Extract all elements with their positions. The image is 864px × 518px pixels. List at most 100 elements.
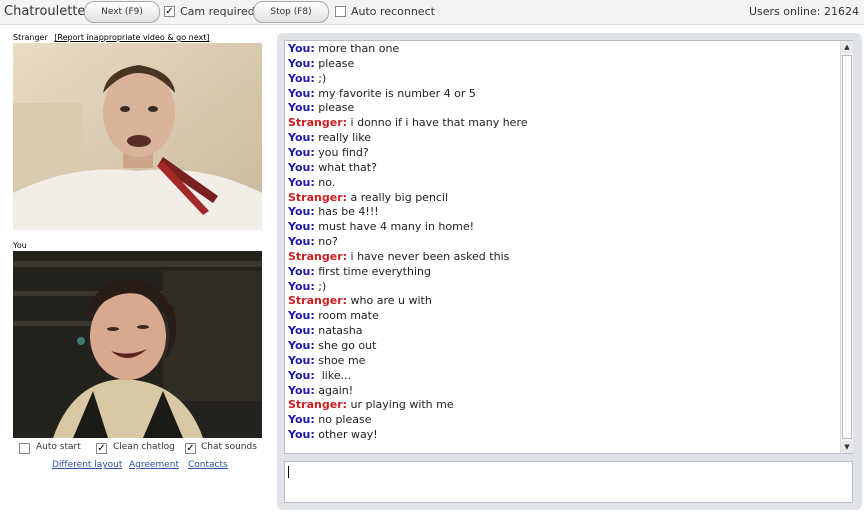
chat-message-input[interactable] [284, 461, 853, 503]
different-layout-link[interactable]: Different layout [52, 460, 122, 470]
message-text: please [318, 101, 355, 115]
chat-message: You: you find? [288, 146, 369, 159]
app-title: Chatroulette [4, 4, 86, 19]
stranger-label: Stranger [13, 33, 48, 42]
message-sender: Stranger: [288, 398, 348, 412]
chat-sounds-checkbox[interactable]: ✓ [185, 443, 196, 454]
cam-required-checkbox[interactable]: ✓ [164, 6, 175, 17]
message-text: has be 4!!! [318, 205, 379, 219]
text-caret [288, 466, 289, 478]
message-sender: Stranger: [288, 294, 348, 308]
scroll-thumb[interactable] [842, 55, 852, 439]
agreement-link[interactable]: Agreement [129, 460, 179, 470]
message-text: no please [318, 413, 372, 427]
message-sender: You: [288, 131, 315, 145]
chat-message: You: other way! [288, 428, 378, 441]
message-sender: You: [288, 160, 315, 174]
auto-start-checkbox[interactable] [19, 443, 30, 454]
message-text: shoe me [318, 353, 366, 367]
chat-message: You: natasha [288, 324, 362, 337]
chat-message: You: she go out [288, 339, 376, 352]
next-button[interactable]: Next (F9) [84, 1, 160, 23]
stop-button[interactable]: Stop (F8) [253, 1, 329, 23]
message-text: ;) [318, 279, 327, 293]
you-video-header: You [13, 241, 27, 250]
message-sender: You: [288, 279, 315, 293]
message-text: room mate [318, 309, 379, 323]
auto-start-label: Auto start [36, 442, 81, 452]
message-sender: You: [288, 175, 315, 189]
chat-message: You: no. [288, 176, 335, 189]
message-text: you find? [318, 145, 369, 159]
message-text: no? [318, 235, 338, 249]
message-sender: You: [288, 86, 315, 100]
scroll-up-arrow-icon[interactable]: ▲ [841, 41, 853, 53]
message-text: more than one [318, 42, 400, 55]
chat-message: You: must have 4 many in home! [288, 220, 474, 233]
chat-message: You: ;) [288, 72, 326, 85]
cam-required-label: Cam required [180, 5, 255, 18]
chat-message: You: has be 4!!! [288, 205, 379, 218]
message-sender: You: [288, 368, 315, 382]
message-sender: Stranger: [288, 190, 348, 204]
chat-message: You: what that? [288, 161, 377, 174]
message-text: what that? [318, 160, 377, 174]
message-sender: You: [288, 264, 315, 278]
chat-message: You: room mate [288, 309, 379, 322]
message-text: she go out [318, 339, 377, 352]
message-text: must have 4 many in home! [318, 220, 475, 234]
message-text: again! [318, 383, 354, 397]
chat-scrollbar[interactable]: ▲ ▼ [840, 41, 853, 453]
chat-message: Stranger: i donno if i have that many he… [288, 116, 528, 129]
message-text: other way! [318, 428, 378, 442]
message-sender: You: [288, 56, 315, 70]
auto-reconnect-label: Auto reconnect [351, 5, 435, 18]
message-sender: You: [288, 383, 315, 397]
message-text: a really big pencil [350, 190, 449, 204]
message-text: natasha [318, 324, 363, 338]
chat-message: You: ;) [288, 280, 326, 293]
message-sender: You: [288, 220, 315, 234]
message-sender: You: [288, 42, 315, 55]
chat-message: Stranger: i have never been asked this [288, 250, 509, 263]
scroll-down-arrow-icon[interactable]: ▼ [841, 441, 853, 453]
message-text: first time everything [318, 264, 431, 278]
message-sender: You: [288, 353, 315, 367]
chat-message: You: again! [288, 384, 353, 397]
you-video [13, 251, 262, 438]
message-text: really like [318, 131, 372, 145]
chat-message: You: like... [288, 369, 351, 382]
clean-chatlog-checkbox[interactable]: ✓ [96, 443, 107, 454]
message-sender: You: [288, 413, 315, 427]
message-sender: You: [288, 205, 315, 219]
you-video-frame [13, 251, 262, 438]
message-text: like... [318, 368, 352, 382]
chat-message: You: first time everything [288, 265, 431, 278]
chat-log[interactable]: You: more than one You: please You: ;) You:… [284, 40, 853, 454]
chat-sounds-label: Chat sounds [201, 442, 257, 452]
message-sender: You: [288, 428, 315, 442]
message-sender: You: [288, 339, 315, 352]
message-sender: You: [288, 235, 315, 249]
stranger-video-header: Stranger [Report inappropriate video & g… [13, 33, 209, 42]
message-text: ur playing with me [350, 398, 454, 412]
clean-chatlog-label: Clean chatlog [113, 442, 175, 452]
message-text: i donno if i have that many here [350, 116, 528, 130]
chat-message: You: no please [288, 413, 372, 426]
stranger-video-frame [13, 43, 262, 230]
message-sender: You: [288, 309, 315, 323]
message-text: i have never been asked this [350, 249, 510, 263]
chat-message: You: shoe me [288, 354, 365, 367]
chat-message: Stranger: who are u with [288, 294, 432, 307]
contacts-link[interactable]: Contacts [188, 460, 228, 470]
message-sender: You: [288, 71, 315, 85]
chat-message: You: more than one [288, 42, 399, 55]
message-sender: You: [288, 145, 315, 159]
auto-reconnect-checkbox[interactable] [335, 6, 346, 17]
report-link[interactable]: [Report inappropriate video & go next] [54, 33, 209, 42]
message-text: my favorite is number 4 or 5 [318, 86, 476, 100]
chat-message: You: please [288, 57, 354, 70]
message-sender: Stranger: [288, 249, 348, 263]
message-text: ;) [318, 71, 327, 85]
message-text: who are u with [350, 294, 432, 308]
